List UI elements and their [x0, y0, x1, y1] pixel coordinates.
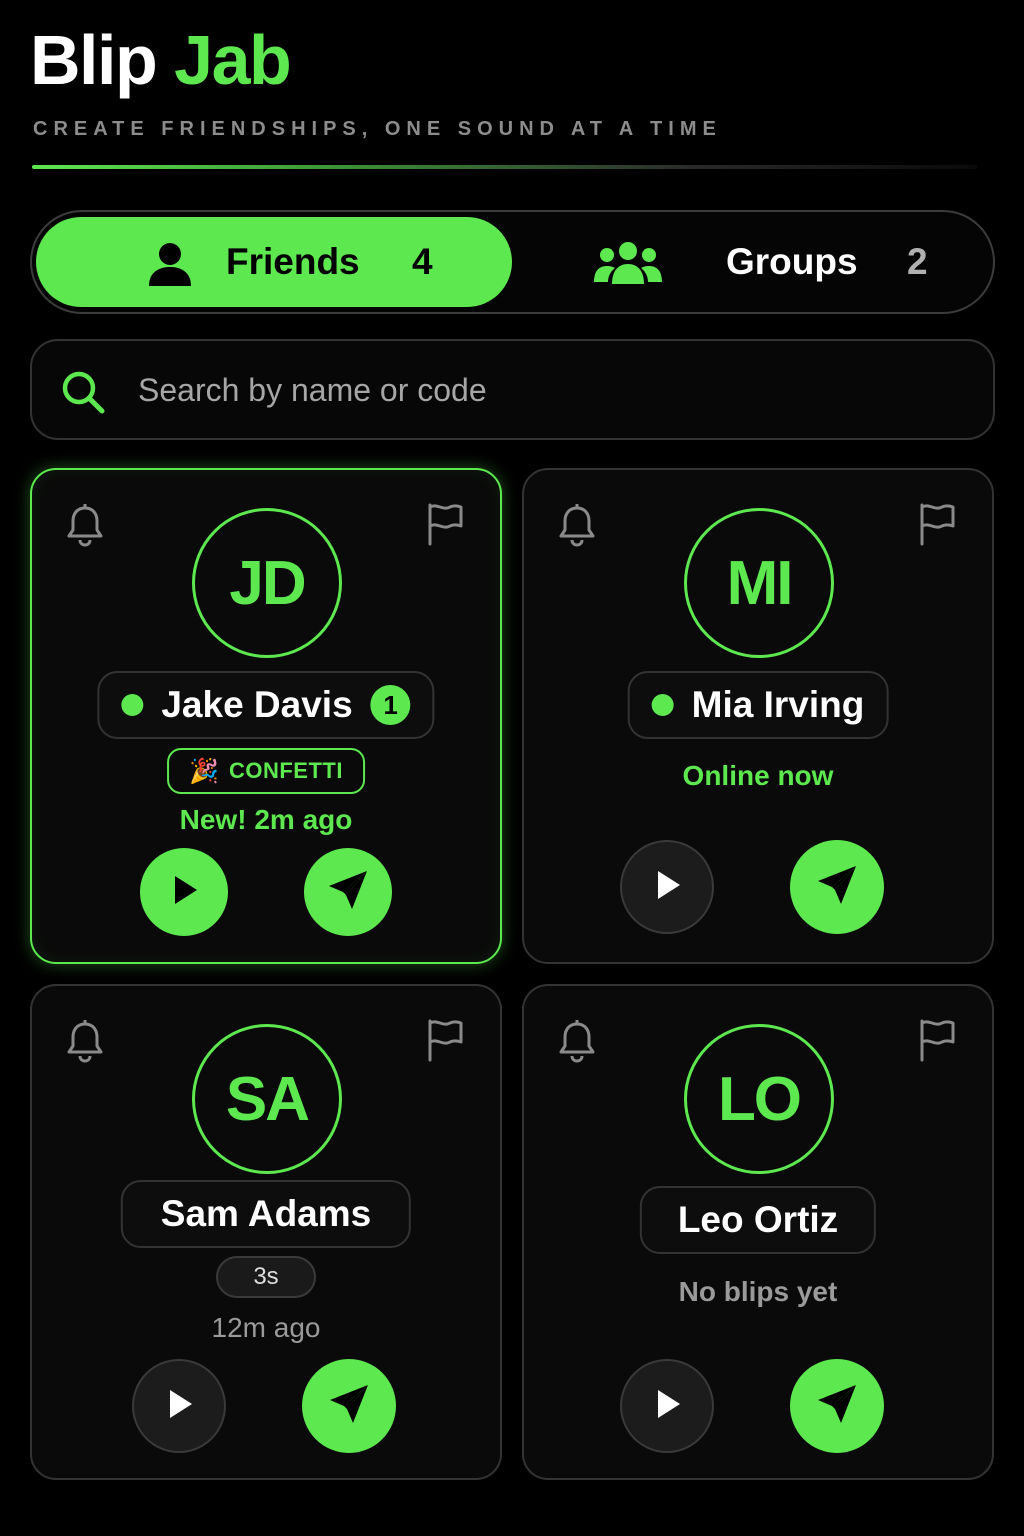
send-icon [326, 1381, 372, 1432]
friend-card-leo-ortiz[interactable]: LO Leo Ortiz No blips yet [522, 984, 994, 1480]
send-button[interactable] [790, 1359, 884, 1453]
header-divider [32, 165, 977, 169]
friend-name: Jake Davis [161, 684, 353, 725]
search-input[interactable] [138, 365, 958, 415]
sound-tag-label: CONFETTI [228, 758, 343, 783]
search-icon [60, 369, 106, 420]
duration-pill: 3s [216, 1256, 316, 1298]
tab-switcher: Friends 4 Groups 2 [30, 210, 995, 314]
friend-status: New! 2m ago [179, 804, 353, 835]
name-pill: Mia Irving [627, 671, 889, 739]
app-header: Blip Jab CREATE FRIENDSHIPS, ONE SOUND A… [30, 24, 980, 169]
play-button[interactable] [140, 848, 228, 936]
name-pill: Leo Ortiz [639, 1186, 877, 1254]
tab-groups-label: Groups [726, 241, 858, 282]
play-icon [161, 1386, 197, 1427]
send-button[interactable] [304, 848, 392, 936]
flag-icon[interactable] [425, 502, 465, 551]
online-indicator [121, 694, 144, 716]
tab-friends-count: 4 [412, 241, 433, 282]
friend-status: 12m ago [211, 1312, 321, 1343]
send-icon [814, 862, 860, 913]
friend-card-jake-davis[interactable]: JD Jake Davis 1 🎉 CONFETTI New! 2m ago [30, 468, 502, 964]
friend-card-sam-adams[interactable]: SA Sam Adams 3s 12m ago [30, 984, 502, 1480]
app-tagline: CREATE FRIENDSHIPS, ONE SOUND AT A TIME [33, 118, 722, 140]
search-box[interactable] [30, 339, 995, 440]
friend-status: Online now [682, 760, 834, 791]
flag-icon[interactable] [917, 502, 957, 551]
friend-card-mia-irving[interactable]: MI Mia Irving Online now [522, 468, 994, 964]
flag-icon[interactable] [917, 1018, 957, 1067]
app-title: Blip Jab [30, 24, 980, 96]
avatar: MI [684, 508, 834, 658]
name-pill: Jake Davis 1 [97, 671, 435, 739]
unread-badge: 1 [370, 685, 411, 725]
avatar: LO [684, 1024, 834, 1174]
bell-icon[interactable] [557, 1019, 597, 1068]
send-icon [325, 867, 371, 918]
play-button[interactable] [132, 1359, 226, 1453]
online-indicator [651, 694, 674, 716]
tab-friends-label: Friends [226, 241, 360, 282]
friend-name: Mia Irving [691, 684, 865, 725]
play-icon [166, 872, 202, 913]
send-button[interactable] [302, 1359, 396, 1453]
party-popper-icon: 🎉 [189, 757, 219, 785]
avatar: SA [192, 1024, 342, 1174]
send-icon [814, 1381, 860, 1432]
bell-icon[interactable] [557, 503, 597, 552]
users-group-icon [594, 240, 662, 291]
friend-name: Leo Ortiz [677, 1199, 839, 1240]
tab-groups-count: 2 [907, 241, 928, 282]
bell-icon[interactable] [65, 503, 105, 552]
avatar: JD [192, 508, 342, 658]
sound-tag: 🎉 CONFETTI [167, 748, 365, 794]
flag-icon[interactable] [425, 1018, 465, 1067]
play-button[interactable] [620, 1359, 714, 1453]
play-button[interactable] [620, 840, 714, 934]
friend-status: No blips yet [678, 1276, 838, 1307]
app-title-part1: Blip [30, 21, 158, 99]
bell-icon[interactable] [65, 1019, 105, 1068]
play-icon [649, 867, 685, 908]
user-icon [146, 240, 194, 293]
send-button[interactable] [790, 840, 884, 934]
tab-friends[interactable]: Friends 4 [36, 217, 512, 307]
friend-name: Sam Adams [160, 1193, 372, 1234]
name-pill: Sam Adams [120, 1180, 412, 1248]
play-icon [649, 1386, 685, 1427]
tab-groups[interactable]: Groups 2 [584, 217, 944, 307]
app-title-part2: Jab [174, 21, 292, 99]
